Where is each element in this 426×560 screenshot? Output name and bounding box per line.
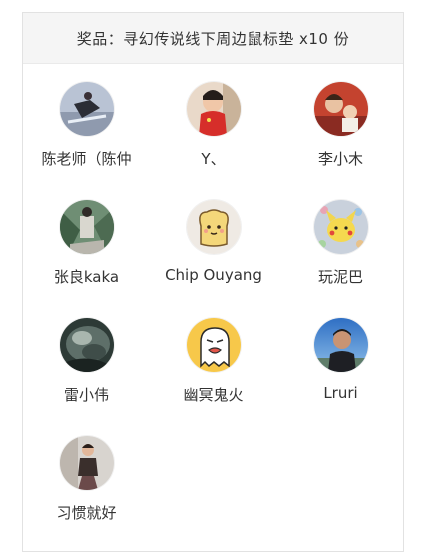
photo-avatar-family [313, 82, 368, 136]
winner-name: 幽冥鬼火 [183, 386, 244, 404]
winner-item[interactable]: 幽冥鬼火 [150, 318, 277, 405]
winner-name: Chip Ouyang [165, 266, 262, 284]
toast-cartoon-avatar [186, 200, 241, 254]
winner-name: 张良kaka [53, 268, 120, 286]
winner-name: 玩泥巴 [317, 268, 363, 286]
winner-item[interactable]: Chip Ouyang [150, 200, 277, 284]
winner-avatar[interactable] [59, 82, 114, 136]
winner-name: 陈老师（陈仲 [41, 150, 132, 168]
winner-avatar[interactable] [186, 318, 241, 372]
winner-avatar[interactable] [59, 318, 114, 372]
photo-avatar-child-red [186, 82, 241, 136]
winner-name: Lruri [323, 384, 358, 402]
pikachu-pattern-avatar [313, 200, 368, 254]
winner-item[interactable]: 玩泥巴 [277, 200, 404, 287]
winner-avatar[interactable] [59, 436, 114, 490]
winner-avatar[interactable] [186, 200, 241, 254]
photo-avatar-plants [59, 200, 114, 254]
photo-avatar-rock [59, 318, 114, 372]
winner-item[interactable]: Lruri [277, 318, 404, 402]
winner-item[interactable]: 陈老师（陈仲 [23, 82, 150, 169]
photo-avatar-man-sky [313, 318, 368, 372]
winner-name: 习惯就好 [56, 504, 117, 522]
winner-name: 雷小伟 [63, 386, 109, 404]
photo-avatar-person [59, 436, 114, 490]
winner-avatar[interactable] [313, 318, 368, 372]
winner-name: Y、 [201, 150, 226, 168]
ghost-cartoon-avatar [186, 318, 241, 372]
winner-item[interactable]: Y、 [150, 82, 277, 169]
winner-avatar[interactable] [59, 200, 114, 254]
winners-grid: 陈老师（陈仲 Y、 李小木 张良kaka Chip Ouyang 玩泥巴 雷小伟… [23, 64, 403, 552]
winners-card: 奖品：寻幻传说线下周边鼠标垫 x10 份 陈老师（陈仲 Y、 李小木 张良kak… [22, 12, 404, 552]
winner-avatar[interactable] [313, 200, 368, 254]
winner-item[interactable]: 习惯就好 [23, 436, 150, 523]
photo-avatar-snow [59, 82, 114, 136]
winner-item[interactable]: 张良kaka [23, 200, 150, 287]
prize-title: 奖品：寻幻传说线下周边鼠标垫 x10 份 [76, 29, 350, 48]
winner-item[interactable]: 雷小伟 [23, 318, 150, 405]
winner-avatar[interactable] [186, 82, 241, 136]
winner-item[interactable]: 李小木 [277, 82, 404, 169]
winner-avatar[interactable] [313, 82, 368, 136]
winner-name: 李小木 [317, 150, 363, 168]
prize-header: 奖品：寻幻传说线下周边鼠标垫 x10 份 [23, 13, 403, 64]
